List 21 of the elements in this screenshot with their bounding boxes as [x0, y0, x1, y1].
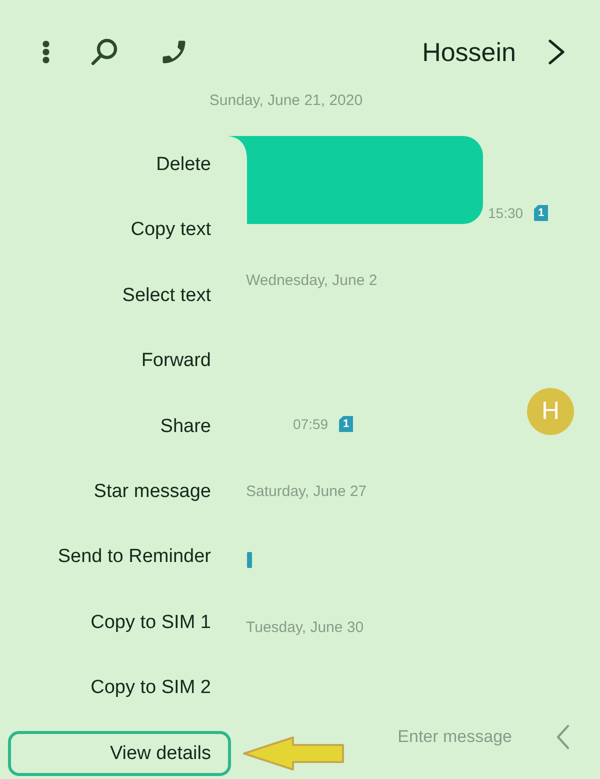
- menu-item[interactable]: Copy text: [8, 208, 231, 253]
- message-time: 07:59: [293, 416, 328, 432]
- sim-indicator: 1: [534, 205, 548, 221]
- menu-item[interactable]: Copy to SIM 2: [8, 666, 231, 711]
- message-input[interactable]: Enter message: [362, 717, 512, 757]
- menu-item[interactable]: Forward: [8, 338, 231, 384]
- menu-item[interactable]: Send to Reminder: [8, 534, 231, 580]
- message-time: 15:30: [488, 205, 524, 221]
- menu-item[interactable]: Star message: [8, 469, 231, 514]
- sim-indicator: 1: [339, 416, 354, 432]
- menu-item[interactable]: Delete: [8, 142, 231, 188]
- menu-item[interactable]: Select text: [8, 273, 231, 318]
- date-separator: Sunday, June 21, 2020: [209, 91, 363, 111]
- contact-name: Hossein: [422, 36, 516, 68]
- date-separator: Wednesday, June 2: [246, 271, 378, 291]
- contact-avatar: H: [527, 388, 574, 435]
- date-separator: Tuesday, June 30: [246, 618, 364, 638]
- menu-item[interactable]: Copy to SIM 1: [8, 600, 231, 646]
- menu-item[interactable]: Share: [8, 404, 231, 450]
- date-separator: Saturday, June 27: [246, 482, 367, 502]
- partial-sim-icon: [247, 552, 252, 568]
